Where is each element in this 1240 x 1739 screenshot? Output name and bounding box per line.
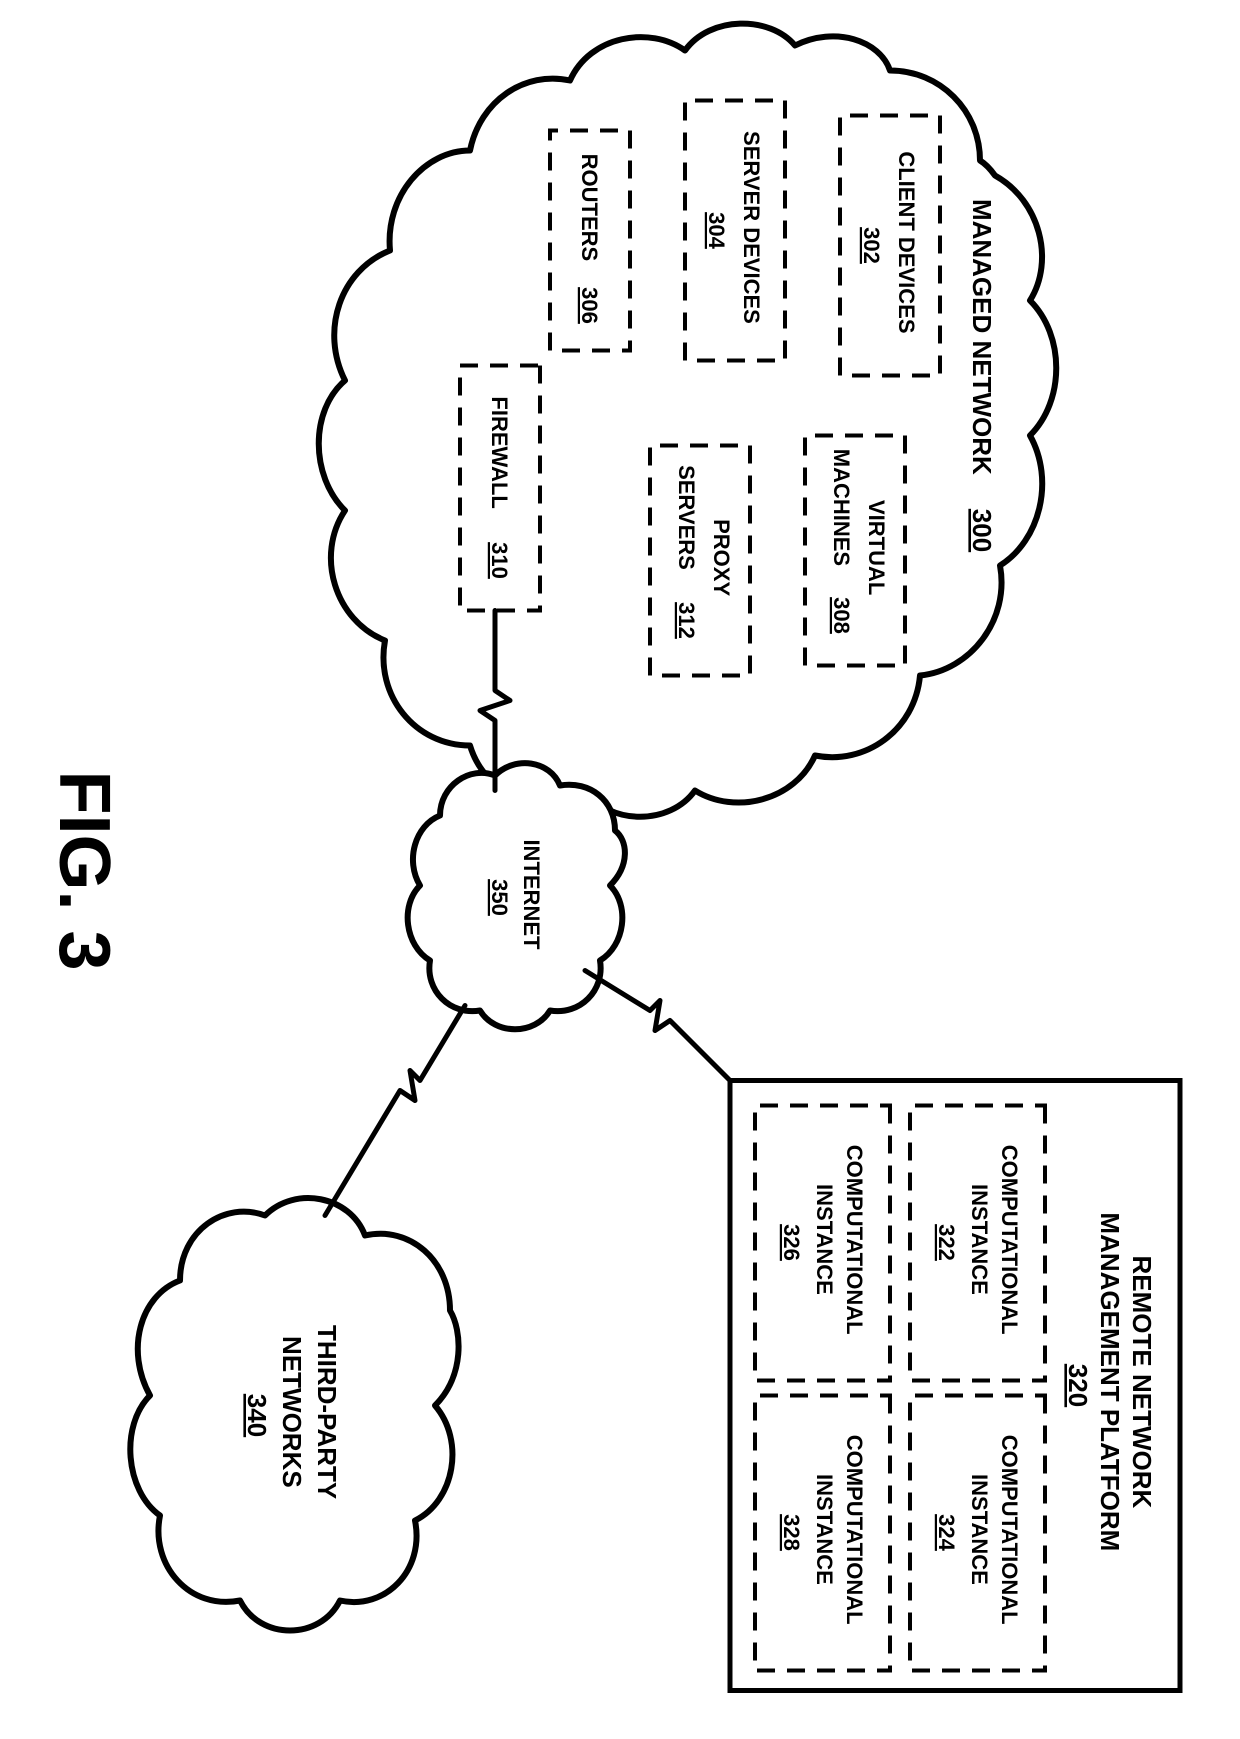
server-devices-box: SERVER DEVICES 304 bbox=[685, 100, 785, 360]
link-internet-platform bbox=[585, 970, 730, 1080]
computational-instance-322: COMPUTATIONAL INSTANCE 322 bbox=[910, 1105, 1045, 1380]
svg-text:FIREWALL 310: FIREWALL 310 bbox=[487, 396, 512, 578]
third-party-cloud: THIRD-PARTY NETWORKS 340 bbox=[130, 1198, 458, 1630]
svg-text:ROUTERS 306: ROUTERS 306 bbox=[577, 153, 602, 323]
computational-instance-328: COMPUTATIONAL INSTANCE 328 bbox=[755, 1395, 890, 1670]
remote-platform-box: REMOTE NETWORK MANAGEMENT PLATFORM 320 C… bbox=[730, 1080, 1180, 1690]
link-internet-thirdparty bbox=[325, 1005, 465, 1215]
computational-instance-324: COMPUTATIONAL INSTANCE 324 bbox=[910, 1395, 1045, 1670]
diagram-root: MANAGED NETWORK 300 CLIENT DEVICES 302 V… bbox=[0, 0, 1240, 1739]
internet-cloud: INTERNET 350 bbox=[408, 763, 625, 1029]
proxy-servers-box: PROXY SERVERS 312 bbox=[650, 445, 750, 675]
managed-network-cloud: MANAGED NETWORK 300 CLIENT DEVICES 302 V… bbox=[319, 23, 1057, 816]
computational-instance-326: COMPUTATIONAL INSTANCE 326 bbox=[755, 1105, 890, 1380]
routers-box: ROUTERS 306 bbox=[550, 130, 630, 350]
client-devices-box: CLIENT DEVICES 302 bbox=[840, 115, 940, 375]
virtual-machines-box: VIRTUAL MACHINES 308 bbox=[805, 435, 905, 665]
figure-label: FIG. 3 bbox=[44, 770, 124, 970]
firewall-box: FIREWALL 310 bbox=[460, 365, 540, 610]
